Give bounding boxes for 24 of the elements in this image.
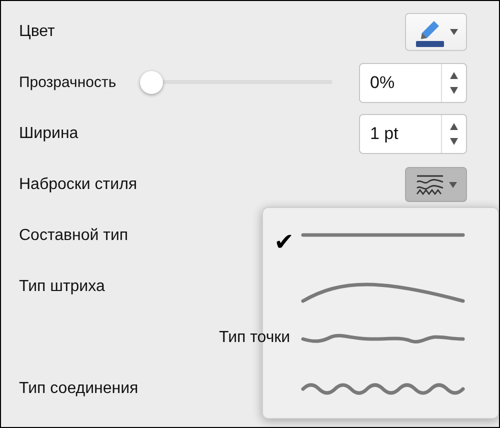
sketch-style-button[interactable] bbox=[405, 167, 467, 202]
number-field[interactable]: 1 pt bbox=[359, 114, 467, 154]
field-label: Тип точки bbox=[219, 328, 290, 346]
increment-icon[interactable] bbox=[450, 72, 458, 78]
field-label: Прозрачность bbox=[19, 74, 116, 91]
sketch-line-option[interactable] bbox=[301, 383, 465, 395]
line-color-button[interactable] bbox=[405, 12, 467, 50]
increment-icon[interactable] bbox=[450, 122, 458, 130]
field-label: Ширина bbox=[19, 124, 78, 142]
field-label: Цвет bbox=[19, 22, 55, 40]
caret-icon bbox=[449, 182, 457, 188]
sketch-lines-icon bbox=[415, 172, 445, 196]
field-label: Тип соединения bbox=[19, 380, 138, 398]
field-label: Наброски стиля bbox=[19, 176, 138, 194]
checkmark-icon: ✔ bbox=[263, 231, 301, 255]
sketch-line-option[interactable] bbox=[301, 282, 465, 303]
caret-icon bbox=[450, 28, 458, 34]
decrement-icon[interactable] bbox=[450, 138, 458, 144]
decrement-icon[interactable] bbox=[450, 86, 458, 94]
number-field[interactable]: 0% bbox=[359, 62, 467, 102]
field-label: Тип штриха bbox=[19, 278, 105, 296]
sketch-line-option[interactable] bbox=[301, 334, 465, 344]
field-label: Составной тип bbox=[19, 226, 128, 244]
slider-thumb[interactable] bbox=[140, 71, 164, 94]
